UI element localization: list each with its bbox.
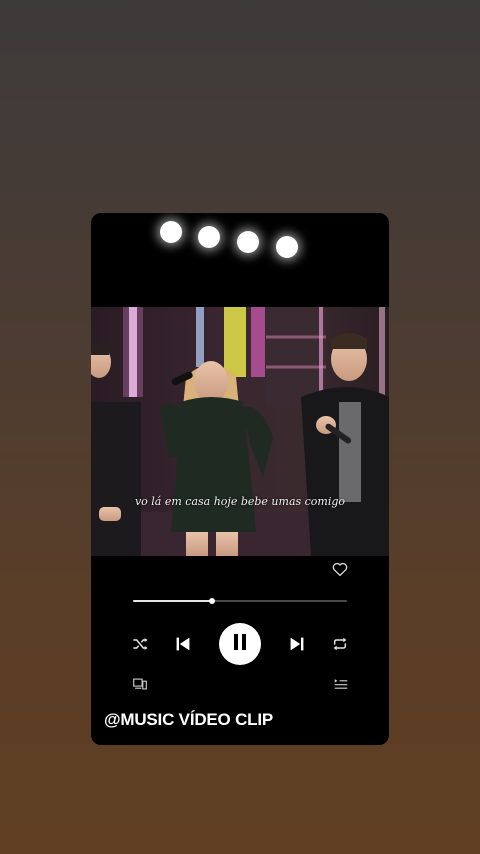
light-dot bbox=[198, 226, 220, 248]
pause-icon bbox=[233, 633, 247, 655]
progress-thumb[interactable] bbox=[209, 598, 216, 604]
music-player-card: vo lá em casa hoje bebe umas comigo @MUS… bbox=[91, 213, 389, 745]
skip-next-icon[interactable] bbox=[288, 635, 306, 653]
light-dot bbox=[237, 231, 259, 253]
video-frame[interactable]: vo lá em casa hoje bebe umas comigo bbox=[91, 307, 389, 556]
post-caption: @MUSIC VÍDEO CLIP bbox=[104, 710, 274, 729]
pause-button[interactable] bbox=[219, 623, 261, 665]
video-subtitle: vo lá em casa hoje bebe umas comigo bbox=[134, 495, 346, 508]
connect-device-icon[interactable] bbox=[132, 677, 148, 691]
repeat-icon[interactable] bbox=[331, 636, 349, 652]
light-dot bbox=[276, 236, 298, 258]
shuffle-icon[interactable] bbox=[131, 636, 149, 652]
heart-outline-icon[interactable] bbox=[331, 560, 349, 578]
playback-progress-bar[interactable] bbox=[133, 598, 347, 604]
progress-fill bbox=[133, 600, 213, 602]
light-dot bbox=[160, 221, 182, 243]
queue-icon[interactable] bbox=[333, 677, 349, 691]
skip-previous-icon[interactable] bbox=[174, 635, 192, 653]
video-still-image bbox=[91, 307, 389, 556]
decorative-lights bbox=[91, 213, 389, 307]
